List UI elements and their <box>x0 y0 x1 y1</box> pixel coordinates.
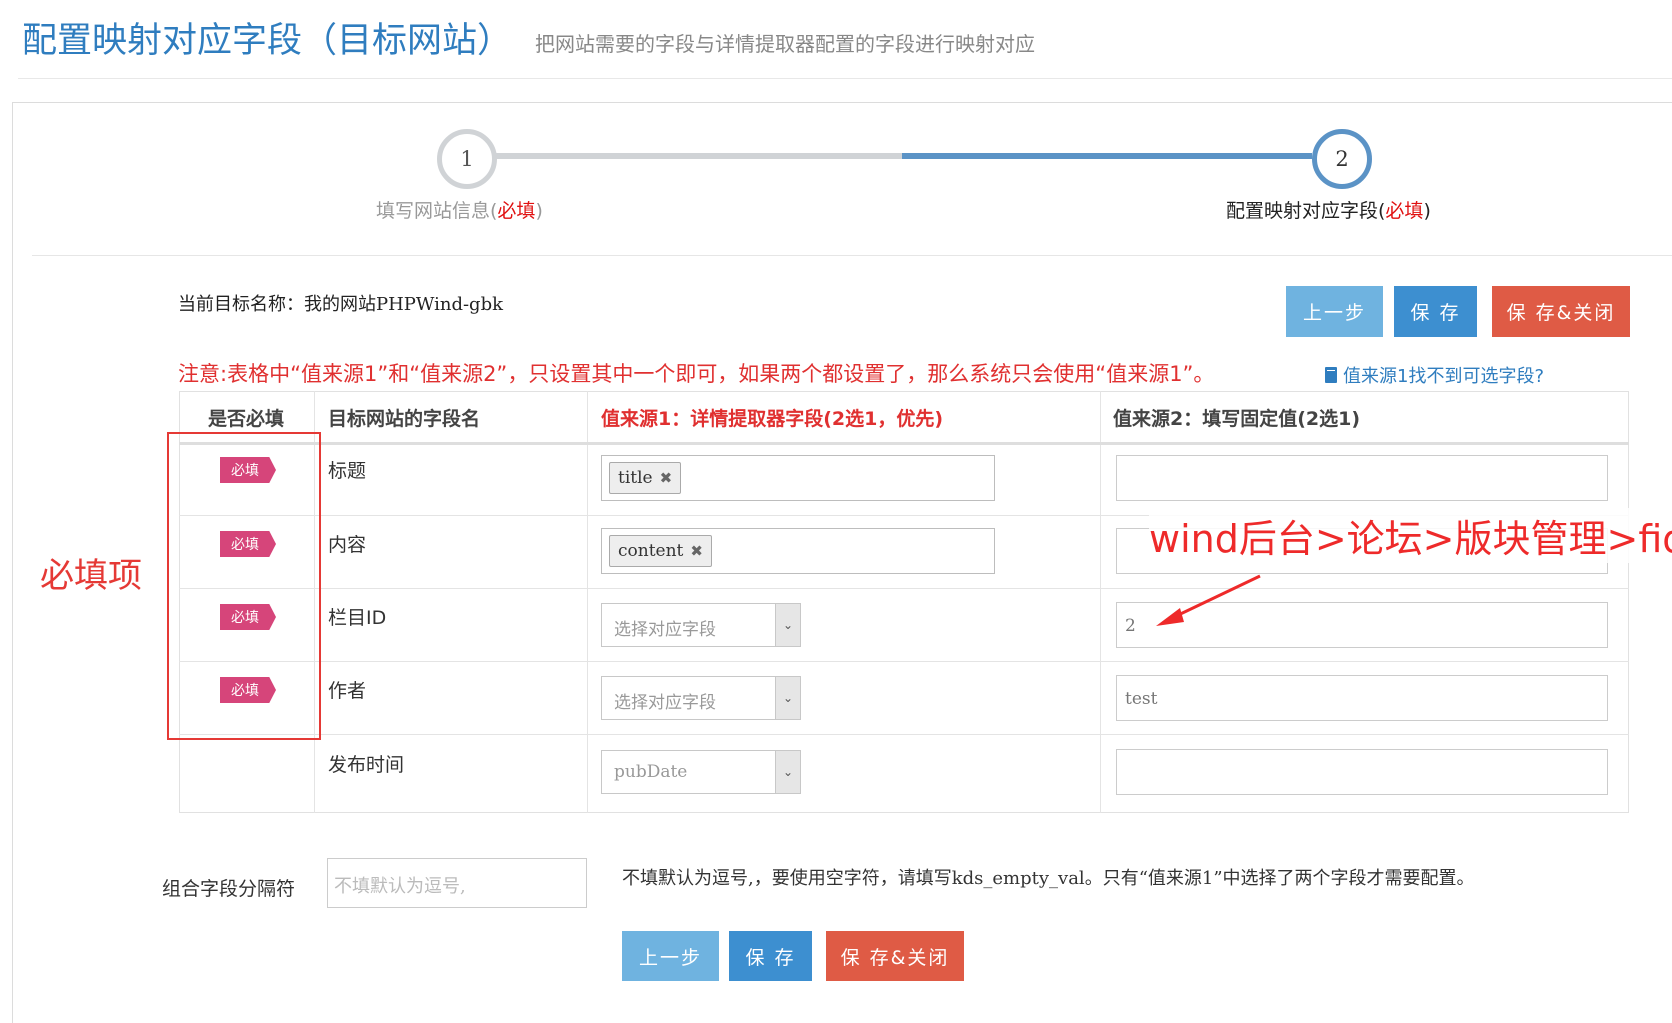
target-name-label: 当前目标名称：我的网站PHPWind-gbk <box>178 294 504 315</box>
table-row-divider <box>179 588 1629 589</box>
selected-field-tag: title ✖ <box>609 462 682 494</box>
required-annotation: 必填项 <box>40 556 142 596</box>
save-close-button-bottom[interactable]: 保 存&关闭 <box>826 931 964 981</box>
table-column-divider <box>1100 391 1101 813</box>
fixed-value-input-author[interactable]: test <box>1116 675 1608 721</box>
table-header-divider <box>179 442 1629 445</box>
header-divider <box>18 78 1672 79</box>
wizard-step-2-required: 必填 <box>1385 200 1424 222</box>
required-column-highlight <box>167 432 321 740</box>
field-label-title: 标题 <box>328 460 367 482</box>
fixed-value-input-title[interactable] <box>1116 455 1608 501</box>
column-header-source1: 值来源1：详情提取器字段(2选1，优先) <box>601 408 944 430</box>
remove-icon[interactable]: ✖ <box>690 542 703 560</box>
separator-label: 组合字段分隔符 <box>162 878 296 900</box>
field-label-publish-time: 发布时间 <box>328 754 405 776</box>
chevron-down-icon: ⌄ <box>775 751 800 793</box>
chevron-down-icon: ⌄ <box>775 604 800 646</box>
save-close-button[interactable]: 保 存&关闭 <box>1492 286 1630 337</box>
select-value: 选择对应字段 <box>614 693 716 713</box>
fid-annotation: wind后台>论坛>版块管理>fid <box>1149 508 1672 563</box>
book-icon <box>1325 367 1337 383</box>
wizard-step-2-circle[interactable]: 2 <box>1312 129 1372 189</box>
wizard-step-2-text: 配置映射对应字段( <box>1226 200 1386 222</box>
wizard-progress-incomplete <box>490 153 902 159</box>
tag-label: content <box>618 541 684 561</box>
help-link-text: 值来源1找不到可选字段? <box>1343 366 1545 387</box>
help-link[interactable]: 值来源1找不到可选字段? <box>1325 362 1544 388</box>
column-header-field: 目标网站的字段名 <box>328 408 481 430</box>
wizard-step-2-suffix: ) <box>1423 200 1431 222</box>
table-column-divider <box>587 391 588 813</box>
page-subtitle: 把网站需要的字段与详情提取器配置的字段进行映射对应 <box>535 32 1035 56</box>
wizard-step-2-label[interactable]: 配置映射对应字段(必填) <box>1226 196 1431 223</box>
prev-step-button[interactable]: 上一步 <box>1286 286 1383 337</box>
select-value: pubDate <box>614 762 688 782</box>
wizard-step-1-label[interactable]: 填写网站信息(必填) <box>376 196 543 223</box>
source1-select-category-id[interactable]: 选择对应字段 ⌄ <box>601 603 801 647</box>
source1-select-publish-time[interactable]: pubDate ⌄ <box>601 750 801 794</box>
table-row-divider <box>179 734 1629 735</box>
field-label-content: 内容 <box>328 534 367 556</box>
wizard-step-1-circle[interactable]: 1 <box>437 129 497 189</box>
save-button[interactable]: 保 存 <box>1394 286 1477 337</box>
separator-input[interactable]: 不填默认为逗号, <box>327 858 587 908</box>
notice-text: 注意:表格中“值来源1”和“值来源2”，只设置其中一个即可，如果两个都设置了，那… <box>178 362 1215 386</box>
annotation-arrow-icon <box>1156 574 1261 626</box>
wizard-step-1-suffix: ) <box>535 200 543 222</box>
field-label-author: 作者 <box>328 680 367 702</box>
remove-icon[interactable]: ✖ <box>660 469 673 487</box>
field-label-category-id: 栏目ID <box>328 607 387 629</box>
column-header-source2: 值来源2：填写固定值(2选1) <box>1113 408 1361 430</box>
source1-select-content[interactable]: content ✖ <box>601 528 995 574</box>
wizard-progress-complete <box>902 153 1312 159</box>
tag-label: title <box>618 468 653 488</box>
wizard-step-1-text: 填写网站信息( <box>376 200 498 222</box>
chevron-down-icon: ⌄ <box>775 677 800 719</box>
column-header-required: 是否必填 <box>208 408 285 430</box>
separator-hint: 不填默认为逗号,，要使用空字符，请填写kds_empty_val。只有“值来源1… <box>622 868 1475 889</box>
wizard-step-1-required: 必填 <box>497 200 536 222</box>
prev-step-button-bottom[interactable]: 上一步 <box>622 931 719 981</box>
save-button-bottom[interactable]: 保 存 <box>729 931 812 981</box>
select-value: 选择对应字段 <box>614 620 716 640</box>
page-title: 配置映射对应字段（目标网站） <box>22 21 513 61</box>
wizard-step-1-number: 1 <box>460 147 474 171</box>
wizard-divider <box>32 255 1672 256</box>
source1-select-author[interactable]: 选择对应字段 ⌄ <box>601 676 801 720</box>
table-row-divider <box>179 661 1629 662</box>
source1-select-title[interactable]: title ✖ <box>601 455 995 501</box>
wizard-step-2-number: 2 <box>1335 147 1349 171</box>
fixed-value-input-publish-time[interactable] <box>1116 749 1608 795</box>
selected-field-tag: content ✖ <box>609 535 712 567</box>
